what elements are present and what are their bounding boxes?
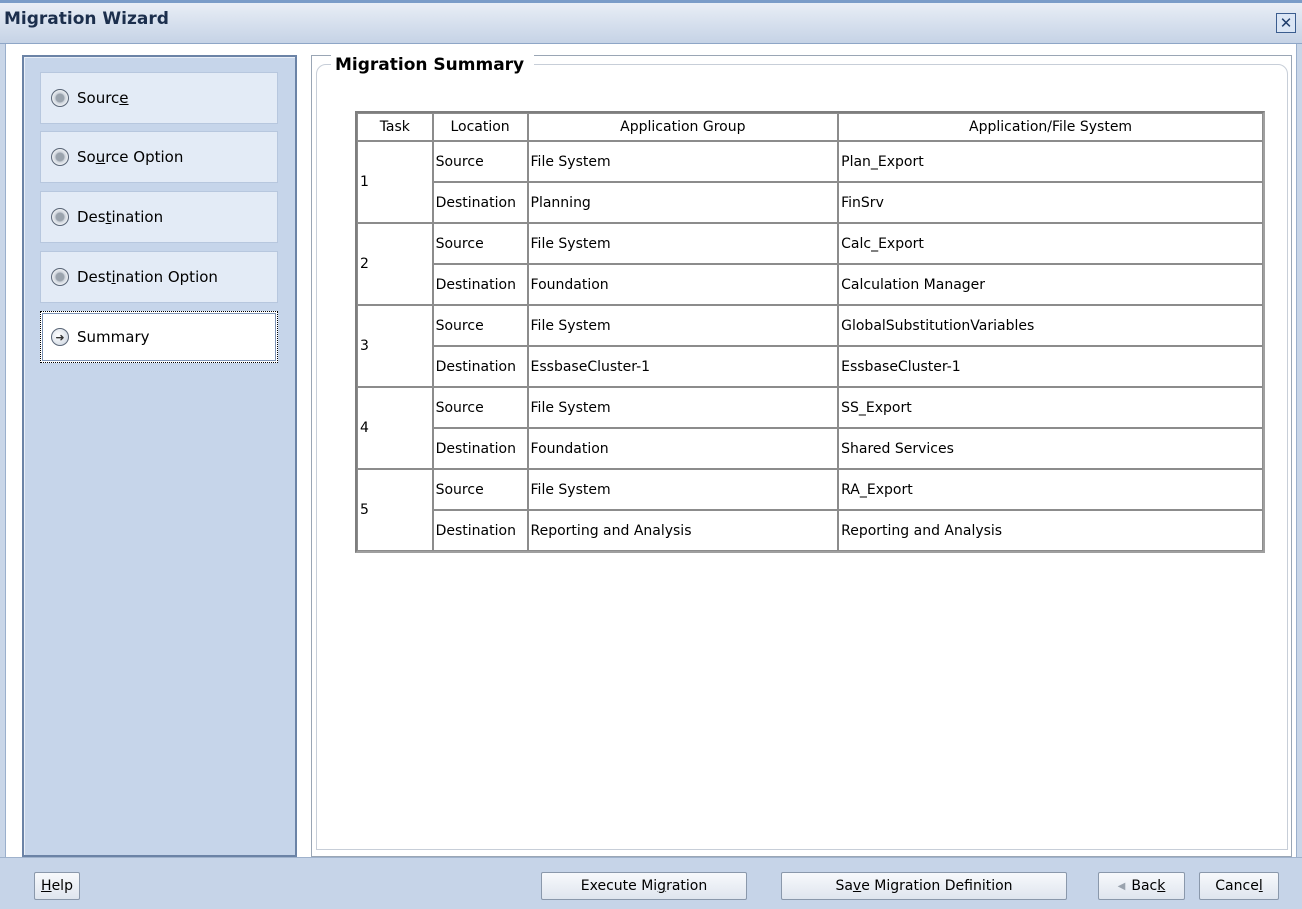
application-cell: SS_Export	[838, 387, 1263, 428]
table-row[interactable]: Destination Foundation Shared Services	[357, 428, 1263, 469]
location-cell: Source	[432, 141, 528, 182]
task-cell: 5	[357, 469, 433, 551]
table-row[interactable]: 5 Source File System RA_Export	[357, 469, 1263, 551]
table-row[interactable]: Destination Planning FinSrv	[357, 182, 1263, 223]
application-cell: EssbaseCluster-1	[838, 346, 1263, 387]
group-title: Migration Summary	[331, 55, 535, 75]
save-migration-definition-button[interactable]: Sa v e Migration Definition	[781, 872, 1067, 900]
table-row[interactable]: 2 Source File System Calc_Export	[357, 223, 1263, 305]
step-label: Source	[77, 89, 129, 107]
location-cell: Source	[432, 305, 528, 346]
task-cell: 1	[357, 141, 433, 223]
application-cell: Calc_Export	[838, 223, 1263, 264]
task-cell: 2	[357, 223, 433, 305]
button-bar: Help Execute Mi g ration Sa v e Migration De…	[0, 857, 1302, 909]
location-cell: Destination	[432, 428, 528, 469]
location-cell: Source	[432, 223, 528, 264]
application-group-cell: File System	[527, 305, 839, 346]
task-cell: 3	[357, 305, 433, 387]
step-destination-option[interactable]: Destination Option	[40, 251, 278, 303]
location-cell: Source	[432, 387, 528, 428]
table-header-row: Task Location Application Group Applicat…	[357, 113, 1263, 141]
column-header-application-file-system[interactable]: Application/File System	[838, 113, 1263, 141]
step-summary[interactable]: ➜ Summary	[40, 311, 278, 363]
table-row[interactable]: Destination EssbaseCluster-1 EssbaseClus…	[357, 346, 1263, 387]
step-source[interactable]: Source	[40, 72, 278, 124]
task-cell: 4	[357, 387, 433, 469]
application-group-cell: Planning	[527, 182, 839, 223]
title-bar: Migration Wizard ✕	[0, 0, 1302, 44]
application-group-cell: Reporting and Analysis	[527, 510, 839, 551]
location-cell: Source	[432, 469, 528, 510]
radio-icon	[51, 208, 69, 226]
window-frame-left	[0, 44, 6, 909]
step-label: Destination	[77, 208, 164, 226]
location-cell: Destination	[432, 182, 528, 223]
step-destination[interactable]: Destination	[40, 191, 278, 243]
execute-migration-button[interactable]: Execute Mi g ration	[541, 872, 747, 900]
cancel-button[interactable]: Cance l	[1199, 872, 1279, 900]
application-group-cell: File System	[527, 387, 839, 428]
table-row[interactable]: 4 Source File System SS_Export	[357, 387, 1263, 469]
application-cell: Reporting and Analysis	[838, 510, 1263, 551]
table-row[interactable]: Destination Reporting and Analysis Repor…	[357, 510, 1263, 551]
help-button[interactable]: Help	[34, 872, 80, 900]
main-panel: Migration Summary Task Location Applicat…	[311, 55, 1292, 857]
table-row[interactable]: 1 Source File System Plan_Export	[357, 141, 1263, 223]
step-label: Summary	[77, 328, 150, 346]
column-header-application-group[interactable]: Application Group	[527, 113, 839, 141]
migration-summary-table: Task Location Application Group Applicat…	[355, 111, 1265, 553]
step-label: Destination Option	[77, 268, 218, 286]
arrow-right-icon: ➜	[51, 328, 69, 346]
application-group-cell: Foundation	[527, 264, 839, 305]
wizard-steps-sidebar: Source Source Option Destination Destina…	[22, 55, 297, 857]
back-button[interactable]: ◀ Bac k	[1098, 872, 1185, 900]
close-icon[interactable]: ✕	[1276, 13, 1296, 33]
location-cell: Destination	[432, 346, 528, 387]
application-group-cell: File System	[527, 469, 839, 510]
application-cell: Plan_Export	[838, 141, 1263, 182]
step-label: Source Option	[77, 148, 184, 166]
location-cell: Destination	[432, 264, 528, 305]
application-group-cell: EssbaseCluster-1	[527, 346, 839, 387]
back-arrow-icon: ◀	[1117, 880, 1126, 892]
window-frame-right	[1296, 44, 1302, 909]
application-group-cell: File System	[527, 223, 839, 264]
application-cell: RA_Export	[838, 469, 1263, 510]
location-cell: Destination	[432, 510, 528, 551]
column-header-location[interactable]: Location	[432, 113, 528, 141]
application-group-cell: Foundation	[527, 428, 839, 469]
application-cell: GlobalSubstitutionVariables	[838, 305, 1263, 346]
table-row[interactable]: 3 Source File System GlobalSubstitutionV…	[357, 305, 1263, 387]
application-cell: Shared Services	[838, 428, 1263, 469]
table-row[interactable]: Destination Foundation Calculation Manag…	[357, 264, 1263, 305]
application-cell: Calculation Manager	[838, 264, 1263, 305]
column-header-task[interactable]: Task	[357, 113, 433, 141]
radio-icon	[51, 268, 69, 286]
step-source-option[interactable]: Source Option	[40, 131, 278, 183]
application-cell: FinSrv	[838, 182, 1263, 223]
radio-icon	[51, 148, 69, 166]
application-group-cell: File System	[527, 141, 839, 182]
window-title: Migration Wizard	[4, 9, 169, 29]
radio-icon	[51, 89, 69, 107]
